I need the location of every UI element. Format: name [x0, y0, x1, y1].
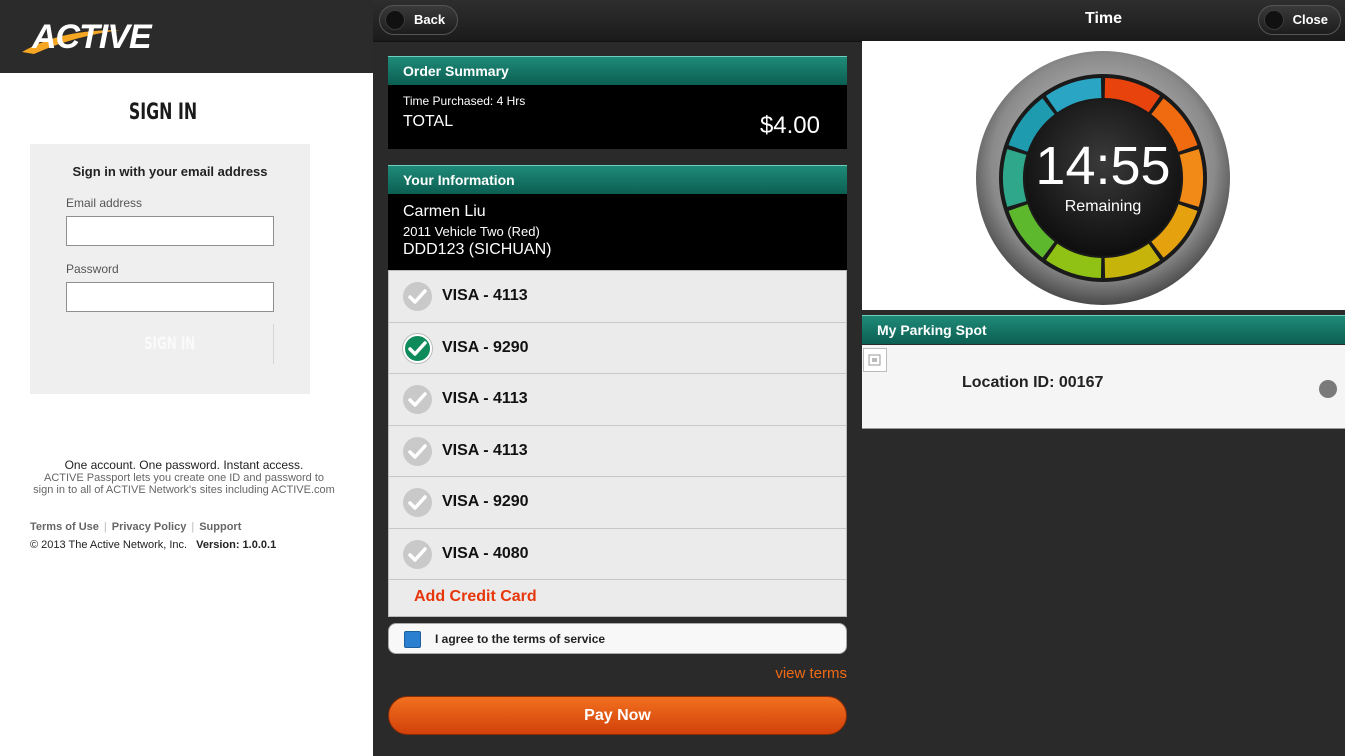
card-label: VISA - 4113: [442, 287, 528, 304]
terms-agreement[interactable]: I agree to the terms of service: [388, 623, 847, 654]
card-row[interactable]: VISA - 4113: [389, 374, 846, 426]
add-credit-card-button[interactable]: Add Credit Card: [389, 580, 846, 616]
card-label: VISA - 9290: [442, 338, 529, 356]
time-purchased: Time Purchased: 4 Hrs: [403, 94, 526, 108]
password-label: Password: [66, 262, 119, 276]
active-logo: ACTIVE: [22, 18, 154, 56]
parking-spot-box: Location ID: 00167: [862, 345, 1345, 429]
password-field[interactable]: [66, 282, 274, 312]
checkmark-icon[interactable]: [403, 436, 432, 466]
dial-segment: [1003, 149, 1027, 207]
terms-link[interactable]: Terms of Use: [30, 521, 99, 533]
svg-text:ACTIVE: ACTIVE: [31, 18, 153, 56]
email-label: Email address: [66, 196, 143, 210]
footer-links: Terms of Use | Privacy Policy | Support: [30, 521, 242, 533]
checkmark-icon[interactable]: [403, 488, 432, 517]
timer-display: 14:55 Remaining: [862, 41, 1345, 310]
plate-info: DDD123 (SICHUAN): [403, 241, 552, 258]
copyright: © 2013 The Active Network, Inc. Version: …: [30, 539, 276, 551]
card-label: VISA - 4113: [442, 441, 528, 459]
copyright-text: © 2013 The Active Network, Inc.: [30, 539, 188, 551]
timer-panel: Time Close 14:55 Remaining My Parking Sp…: [862, 0, 1345, 756]
close-icon: [1263, 10, 1284, 30]
parking-spot-header: My Parking Spot: [862, 315, 1345, 344]
support-link[interactable]: Support: [199, 521, 241, 533]
signin-button[interactable]: SIGN IN: [66, 324, 274, 364]
card-row[interactable]: VISA - 9290: [389, 477, 846, 529]
card-row[interactable]: VISA - 4080: [389, 529, 846, 580]
card-row[interactable]: VISA - 4113: [389, 426, 846, 477]
tagline: One account. One password. Instant acces…: [64, 458, 304, 472]
back-button[interactable]: Back: [379, 5, 459, 35]
page-title: SIGN IN: [128, 100, 198, 125]
version-text: Version: 1.0.0.1: [196, 539, 277, 551]
card-row[interactable]: VISA - 4113: [389, 271, 846, 323]
close-button[interactable]: Close: [1257, 5, 1341, 35]
checkmark-selected-icon[interactable]: [403, 333, 432, 363]
location-id: Location ID: 00167: [962, 374, 1104, 391]
vehicle-info: 2011 Vehicle Two (Red): [403, 224, 540, 239]
your-information-box: Carmen Liu 2011 Vehicle Two (Red) DDD123…: [388, 194, 847, 270]
spot-image-icon: [863, 348, 887, 372]
status-dot-icon: [1319, 380, 1337, 398]
card-label: VISA - 4113: [442, 390, 528, 407]
timer-toolbar: Time Close: [862, 0, 1345, 41]
description-line-1: ACTIVE Passport lets you create one ID a…: [43, 472, 325, 484]
credit-card-list: VISA - 4113 VISA - 9290 VISA - 4113 VISA - …: [388, 270, 847, 617]
checkmark-icon[interactable]: [403, 282, 432, 311]
view-terms-link[interactable]: view terms: [775, 665, 847, 682]
dial-segment: [1179, 149, 1203, 207]
checkmark-icon[interactable]: [403, 385, 432, 414]
signin-button-label: SIGN IN: [143, 334, 196, 354]
signin-form: Sign in with your email address Email ad…: [30, 144, 310, 394]
card-label: VISA - 4080: [442, 544, 529, 562]
driver-name: Carmen Liu: [403, 203, 486, 220]
order-summary-header: Order Summary: [388, 56, 847, 85]
close-label: Close: [1292, 12, 1328, 27]
checkout-toolbar: Back: [373, 0, 862, 42]
signin-header: ACTIVE: [0, 0, 373, 73]
terms-checkbox[interactable]: [404, 631, 421, 648]
timer-dial: 14:55 Remaining: [976, 51, 1230, 305]
back-icon: [385, 10, 405, 30]
checkmark-icon[interactable]: [403, 539, 432, 569]
signin-panel: ACTIVE SIGN IN Sign in with your email a…: [0, 0, 373, 756]
remaining-label: Remaining: [1065, 198, 1141, 215]
total-label: TOTAL: [403, 113, 454, 130]
total-value: $4.00: [759, 112, 820, 139]
card-label: VISA - 9290: [442, 493, 529, 510]
pay-now-button[interactable]: Pay Now: [388, 696, 847, 735]
email-field[interactable]: [66, 216, 274, 246]
order-summary-box: Time Purchased: 4 Hrs TOTAL $4.00: [388, 85, 847, 149]
time-remaining: 14:55: [1035, 136, 1170, 196]
privacy-link[interactable]: Privacy Policy: [112, 521, 187, 533]
terms-label: I agree to the terms of service: [435, 632, 606, 646]
checkout-panel: Back Order Summary Time Purchased: 4 Hrs…: [373, 0, 862, 756]
card-row[interactable]: VISA - 9290: [389, 323, 846, 374]
signin-subtitle: Sign in with your email address: [72, 164, 268, 179]
your-information-header: Your Information: [388, 165, 847, 194]
description-line-2: sign in to all of ACTIVE Network's sites…: [33, 484, 335, 496]
back-label: Back: [414, 12, 446, 27]
tagline-block: One account. One password. Instant acces…: [0, 458, 368, 496]
